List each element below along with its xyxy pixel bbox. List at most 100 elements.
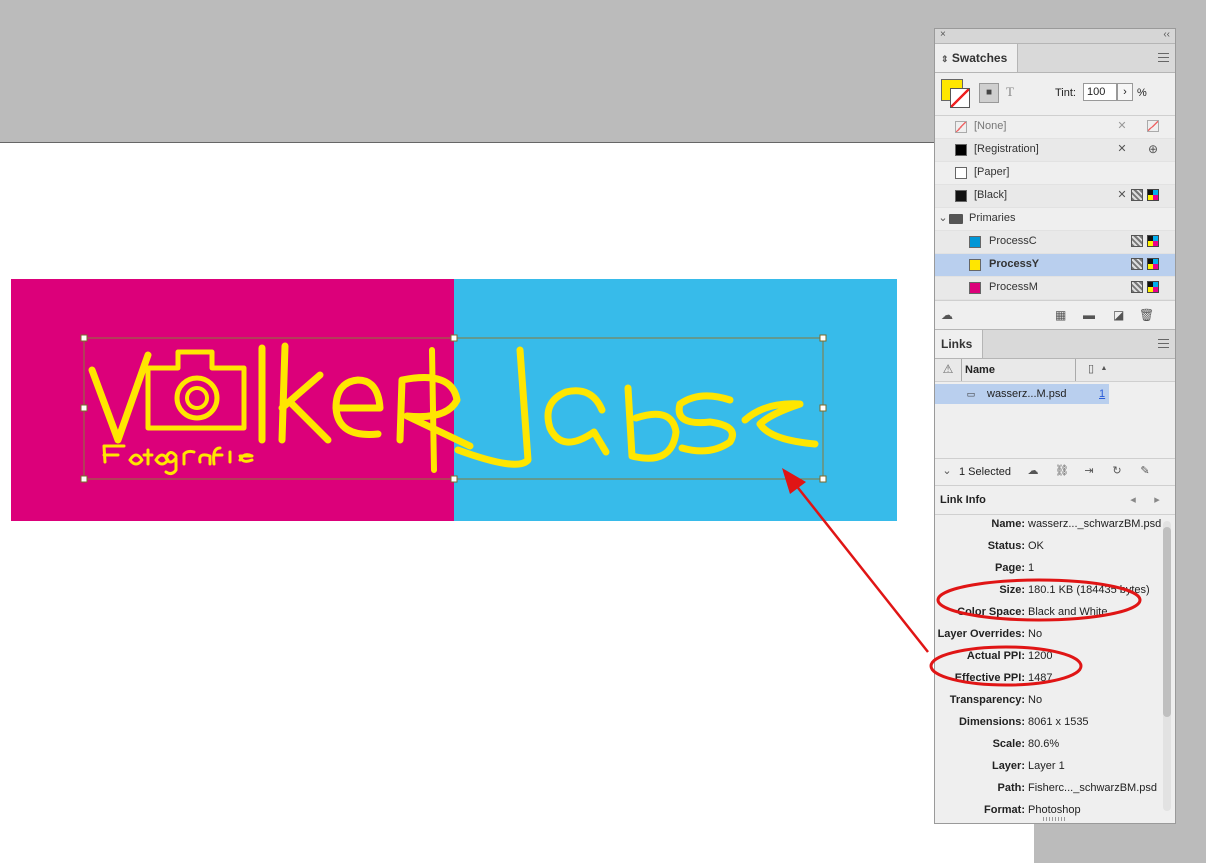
info-row-dimensions: Dimensions: 8061 x 1535 bbox=[958, 716, 1089, 728]
swatch-row-black[interactable]: [Black] ✕ bbox=[935, 185, 1175, 208]
links-toolbar: ⌄ 1 Selected ☁ ⛓ ⇥ ↻ ✎ bbox=[935, 458, 1175, 486]
tab-swatches[interactable]: ⇕ Swatches bbox=[935, 44, 1019, 72]
process-color-icon bbox=[1131, 235, 1143, 247]
links-column-header: ⚠ Name ▯ ▲ bbox=[935, 359, 1175, 382]
next-link-icon[interactable]: ▸ bbox=[1151, 494, 1163, 506]
new-swatch-icon[interactable]: ◪ bbox=[1113, 308, 1124, 322]
non-editable-icon: ✕ bbox=[1117, 120, 1127, 132]
info-row-status: Status: OK bbox=[987, 540, 1044, 552]
swatch-row-registration[interactable]: [Registration] ✕ ⊕ bbox=[935, 139, 1175, 162]
magenta-band bbox=[11, 279, 454, 521]
swatch-row-processc[interactable]: ProcessC bbox=[935, 231, 1175, 254]
info-row-layer: Layer: Layer 1 bbox=[991, 760, 1065, 772]
swatch-name: [None] bbox=[974, 120, 1007, 132]
swatches-controls: ■ T Tint: 100 › % bbox=[935, 73, 1175, 116]
link-info-title: Link Info bbox=[940, 494, 986, 506]
edit-original-icon[interactable]: ✎ bbox=[1139, 465, 1151, 477]
panel-resize-grip[interactable] bbox=[1043, 817, 1067, 821]
formatting-container-button[interactable]: ■ bbox=[979, 83, 999, 103]
info-row-size: Size: 180.1 KB (184435 bytes) bbox=[999, 584, 1150, 596]
tint-input[interactable]: 100 bbox=[1083, 83, 1117, 101]
swatch-row-processy[interactable]: ProcessY bbox=[935, 254, 1175, 277]
chevron-down-icon[interactable]: ⌄ bbox=[941, 465, 953, 477]
link-info-header[interactable]: Link Info ◂ ▸ bbox=[935, 486, 1175, 515]
sort-up-icon[interactable]: ▲ bbox=[1098, 363, 1110, 375]
relink-icon[interactable]: ⛓ bbox=[1055, 465, 1069, 477]
swatches-footer: ☁ ▦ ▬ ◪ 🗑 bbox=[935, 300, 1175, 330]
folder-icon bbox=[949, 214, 963, 224]
link-row[interactable]: ▭ wasserz...M.psd 1 bbox=[935, 384, 1175, 404]
swatch-group-primaries[interactable]: ⌄ Primaries bbox=[935, 208, 1175, 231]
info-row-effective-ppi: Effective PPI: 1487 bbox=[954, 672, 1053, 684]
collapse-icon[interactable]: ‹‹ bbox=[1163, 29, 1170, 40]
swatch-name: ProcessC bbox=[989, 235, 1037, 247]
info-row-color-space: Color Space: Black and White bbox=[957, 606, 1108, 618]
cyan-band bbox=[454, 279, 897, 521]
stroke-swatch-box[interactable] bbox=[950, 88, 970, 108]
warning-icon[interactable]: ⚠ bbox=[942, 363, 954, 375]
info-row-transparency: Transparency: No bbox=[949, 694, 1043, 706]
cc-library-icon[interactable]: ☁ bbox=[941, 308, 953, 322]
info-row-page: Page: 1 bbox=[995, 562, 1035, 574]
sort-arrows-icon: ⇕ bbox=[941, 54, 949, 64]
panel-menu-icon[interactable] bbox=[1158, 339, 1169, 348]
tab-swatches-label: Swatches bbox=[951, 51, 1008, 65]
registration-swatch-chip bbox=[955, 144, 967, 156]
cmyk-mode-icon bbox=[1147, 189, 1159, 201]
links-list-empty-area bbox=[935, 404, 1175, 458]
info-row-name: Name: wasserz..._schwarzBM.psd bbox=[991, 518, 1162, 530]
none-swatch-chip bbox=[955, 121, 967, 133]
non-editable-icon: ✕ bbox=[1117, 189, 1127, 201]
show-kinds-icon[interactable]: ▦ bbox=[1055, 308, 1066, 322]
update-link-icon[interactable]: ↻ bbox=[1111, 465, 1123, 477]
selected-count: 1 Selected bbox=[959, 466, 1011, 478]
cmyk-mode-icon bbox=[1147, 258, 1159, 270]
cmyk-mode-icon bbox=[1147, 281, 1159, 293]
cloud-link-icon[interactable]: ☁ bbox=[1027, 465, 1039, 477]
panel-menu-icon[interactable] bbox=[1158, 53, 1169, 62]
tint-label: Tint: bbox=[1055, 87, 1076, 99]
process-color-icon bbox=[1131, 281, 1143, 293]
tint-unit: % bbox=[1137, 87, 1147, 99]
info-row-path: Path: Fisherc..._schwarzBM.psd bbox=[997, 782, 1157, 794]
link-info-body: Name: wasserz..._schwarzBM.psd Status: OK … bbox=[935, 515, 1175, 833]
chevron-down-icon[interactable]: ⌄ bbox=[937, 212, 949, 224]
tint-slider-button[interactable]: › bbox=[1117, 83, 1133, 101]
swatch-row-paper[interactable]: [Paper] bbox=[935, 162, 1175, 185]
paper-swatch-chip bbox=[955, 167, 967, 179]
swatch-group-name: Primaries bbox=[969, 212, 1016, 224]
scrollbar-thumb[interactable] bbox=[1163, 527, 1171, 717]
swatch-name: ProcessM bbox=[989, 281, 1038, 293]
link-file-name: wasserz...M.psd bbox=[987, 388, 1067, 400]
image-link-icon: ▭ bbox=[966, 389, 976, 399]
black-swatch-chip bbox=[955, 190, 967, 202]
processm-swatch-chip bbox=[969, 282, 981, 294]
non-editable-icon: ✕ bbox=[1117, 143, 1127, 155]
info-row-layer-overrides: Layer Overrides: No bbox=[937, 628, 1043, 640]
close-icon[interactable]: × bbox=[940, 29, 946, 40]
cmyk-mode-icon bbox=[1147, 235, 1159, 247]
column-name[interactable]: Name bbox=[965, 364, 995, 376]
process-color-icon bbox=[1131, 189, 1143, 201]
trash-icon[interactable]: 🗑 bbox=[1139, 308, 1154, 322]
go-to-link-icon[interactable]: ⇥ bbox=[1083, 465, 1095, 477]
link-info-scrollbar[interactable] bbox=[1163, 521, 1171, 811]
tab-links-label: Links bbox=[941, 337, 973, 351]
registration-icon: ⊕ bbox=[1147, 142, 1159, 156]
info-row-scale: Scale: 80.6% bbox=[992, 738, 1060, 750]
previous-link-icon[interactable]: ◂ bbox=[1127, 494, 1139, 506]
page-column-icon[interactable]: ▯ bbox=[1085, 363, 1097, 375]
text-format-icon[interactable]: T bbox=[1006, 84, 1014, 100]
link-page-number[interactable]: 1 bbox=[1099, 388, 1105, 400]
process-color-icon bbox=[1131, 258, 1143, 270]
swatch-row-none[interactable]: [None] ✕ bbox=[935, 116, 1175, 139]
panel-title-bar[interactable]: × ‹‹ bbox=[935, 29, 1175, 44]
no-color-icon bbox=[1147, 120, 1159, 132]
tab-links[interactable]: Links bbox=[935, 330, 984, 358]
swatch-row-processm[interactable]: ProcessM bbox=[935, 277, 1175, 300]
processc-swatch-chip bbox=[969, 236, 981, 248]
new-group-icon[interactable]: ▬ bbox=[1083, 308, 1095, 322]
info-row-actual-ppi: Actual PPI: 1200 bbox=[966, 650, 1053, 662]
swatch-name: [Black] bbox=[974, 189, 1008, 201]
swatches-tab-row: ⇕ Swatches bbox=[935, 44, 1175, 73]
